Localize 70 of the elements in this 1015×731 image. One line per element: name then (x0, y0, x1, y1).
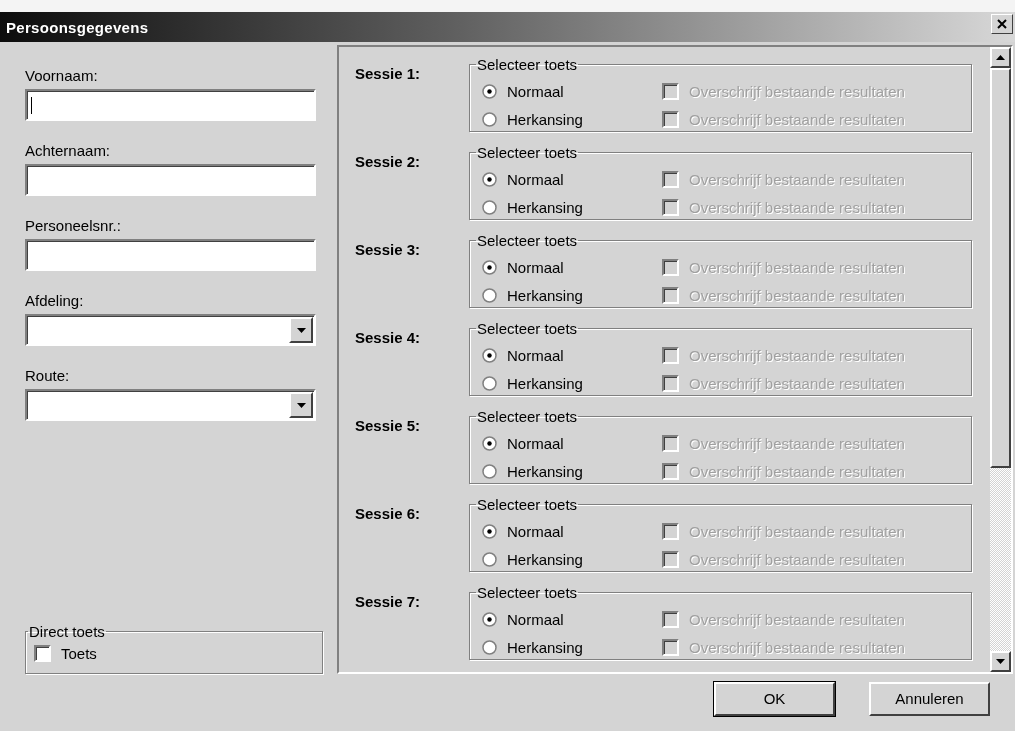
close-button[interactable] (991, 14, 1013, 34)
dropdown-button[interactable] (289, 317, 313, 343)
radio-button[interactable] (482, 171, 497, 187)
caret-icon (296, 402, 306, 408)
radio-label: Herkansing (507, 198, 583, 216)
cancel-button[interactable]: Annuleren (869, 681, 990, 716)
radio-button[interactable] (482, 435, 497, 451)
group-title: Selecteer toets (476, 233, 579, 248)
dropdown-button[interactable] (289, 392, 313, 418)
radio-button[interactable] (482, 287, 497, 303)
radio-label: Normaal (507, 258, 564, 276)
session-label: Sessie 1: (355, 64, 422, 84)
field-label: Achternaam: (25, 142, 111, 161)
radio-label: Herkansing (507, 110, 583, 128)
radio-label: Herkansing (507, 286, 583, 304)
radio-button[interactable] (482, 551, 497, 567)
radio-label: Normaal (507, 82, 564, 100)
radio-button[interactable] (482, 83, 497, 99)
checkbox[interactable] (34, 644, 51, 662)
radio-label: Herkansing (507, 374, 583, 392)
caret-icon (996, 55, 1005, 60)
radio-button[interactable] (482, 259, 497, 275)
radio-button[interactable] (482, 523, 497, 539)
scroll-thumb[interactable] (990, 68, 1011, 468)
radio-label: Herkansing (507, 550, 583, 568)
session-label: Sessie 3: (355, 240, 422, 260)
radio-button[interactable] (482, 639, 497, 655)
scroll-down-button[interactable] (990, 651, 1011, 672)
radio-button[interactable] (482, 463, 497, 479)
group-title: Selecteer toets (476, 145, 579, 160)
session-label: Sessie 4: (355, 328, 422, 348)
group-title: Selecteer toets (476, 321, 579, 336)
session-label: Sessie 5: (355, 416, 422, 436)
group-title: Direct toets (28, 624, 106, 639)
session-label: Sessie 7: (355, 592, 422, 612)
radio-label: Normaal (507, 170, 564, 188)
text-field[interactable] (25, 239, 316, 271)
radio-button[interactable] (482, 375, 497, 391)
radio-button[interactable] (482, 611, 497, 627)
text-field[interactable] (25, 89, 316, 121)
session-label: Sessie 2: (355, 152, 422, 172)
dropdown-field[interactable] (25, 314, 316, 346)
field-label: Route: (25, 367, 70, 386)
field-label: Voornaam: (25, 67, 98, 86)
radio-label: Normaal (507, 346, 564, 364)
scroll-up-button[interactable] (990, 47, 1011, 68)
group-title: Selecteer toets (476, 585, 579, 600)
scrollbar[interactable] (990, 47, 1011, 672)
radio-button[interactable] (482, 347, 497, 363)
radio-label: Herkansing (507, 462, 583, 480)
radio-label: Normaal (507, 610, 564, 628)
text-field[interactable] (25, 164, 316, 196)
window-title: Persoonsgegevens (6, 18, 149, 36)
session-label: Sessie 6: (355, 504, 422, 524)
field-label: Afdeling: (25, 292, 84, 311)
caret-icon (296, 327, 306, 333)
radio-label: Normaal (507, 522, 564, 540)
field-label: Personeelsnr.: (25, 217, 121, 236)
group-title: Selecteer toets (476, 409, 579, 424)
caret-icon (996, 659, 1005, 664)
close-icon (997, 19, 1007, 29)
ok-button[interactable]: OK (714, 681, 835, 716)
group-title: Selecteer toets (476, 57, 579, 72)
group-title: Selecteer toets (476, 497, 579, 512)
radio-button[interactable] (482, 111, 497, 127)
radio-label: Herkansing (507, 638, 583, 656)
dropdown-field[interactable] (25, 389, 316, 421)
radio-button[interactable] (482, 199, 497, 215)
checkbox-label: Toets (61, 644, 97, 662)
radio-label: Normaal (507, 434, 564, 452)
